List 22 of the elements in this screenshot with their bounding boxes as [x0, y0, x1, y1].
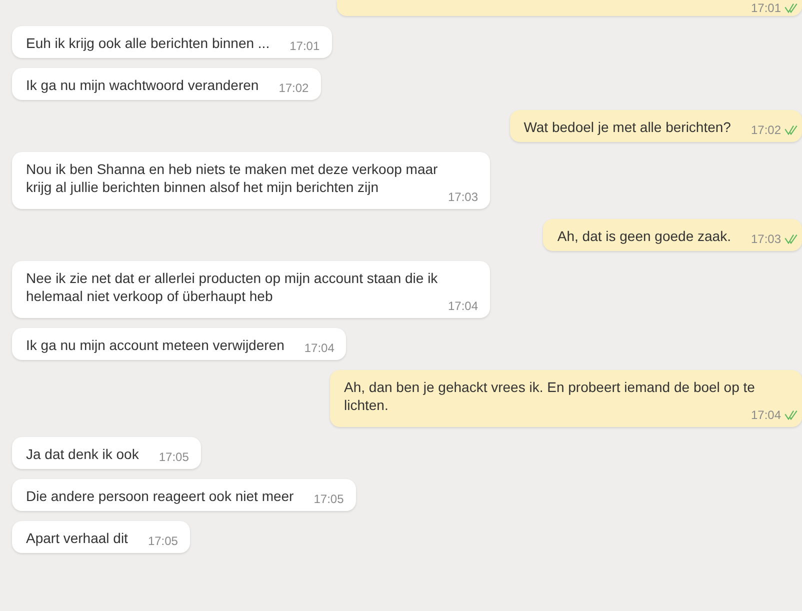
message-text: Ik ga nu mijn wachtwoord veranderen: [26, 76, 259, 94]
message-time: 17:02: [278, 81, 309, 95]
message-time: 17:01: [750, 1, 781, 15]
message-time: 17:03: [750, 232, 781, 246]
message-text: Ja dat denk ik ook: [26, 445, 139, 463]
message-text: Euh ik krijg ook alle berichten binnen ...: [26, 34, 270, 52]
message-text: Wat bedoel je met alle berichten?: [524, 118, 731, 136]
message-text: Ah, dat is geen goede zaak.: [557, 227, 731, 245]
message-text: Die andere persoon reageert ook niet meer: [26, 487, 294, 505]
message-time: 17:05: [158, 450, 189, 464]
message-time: 17:03: [448, 190, 478, 204]
message-time: 17:05: [148, 534, 178, 548]
message-time: 17:04: [750, 408, 781, 422]
message-time: 17:02: [750, 123, 781, 137]
message-text: Nou ik ben Shanna en heb niets te maken met deze verkoop maar krijg al jullie berichten binnen alsof het mijn berichten zijn: [26, 160, 439, 196]
message-text: Ik ga nu mijn account meteen verwijderen: [26, 336, 284, 354]
message-time: 17:04: [448, 299, 478, 313]
message-text: Nee ik zie net dat er allerlei producten op mijn account staan die ik helemaal niet verkoop of überhaupt heb: [26, 269, 439, 305]
message-time: 17:04: [304, 341, 334, 355]
message-time: 17:05: [314, 492, 344, 506]
message-text: Apart verhaal dit: [26, 529, 128, 547]
message-time: 17:01: [290, 39, 320, 53]
